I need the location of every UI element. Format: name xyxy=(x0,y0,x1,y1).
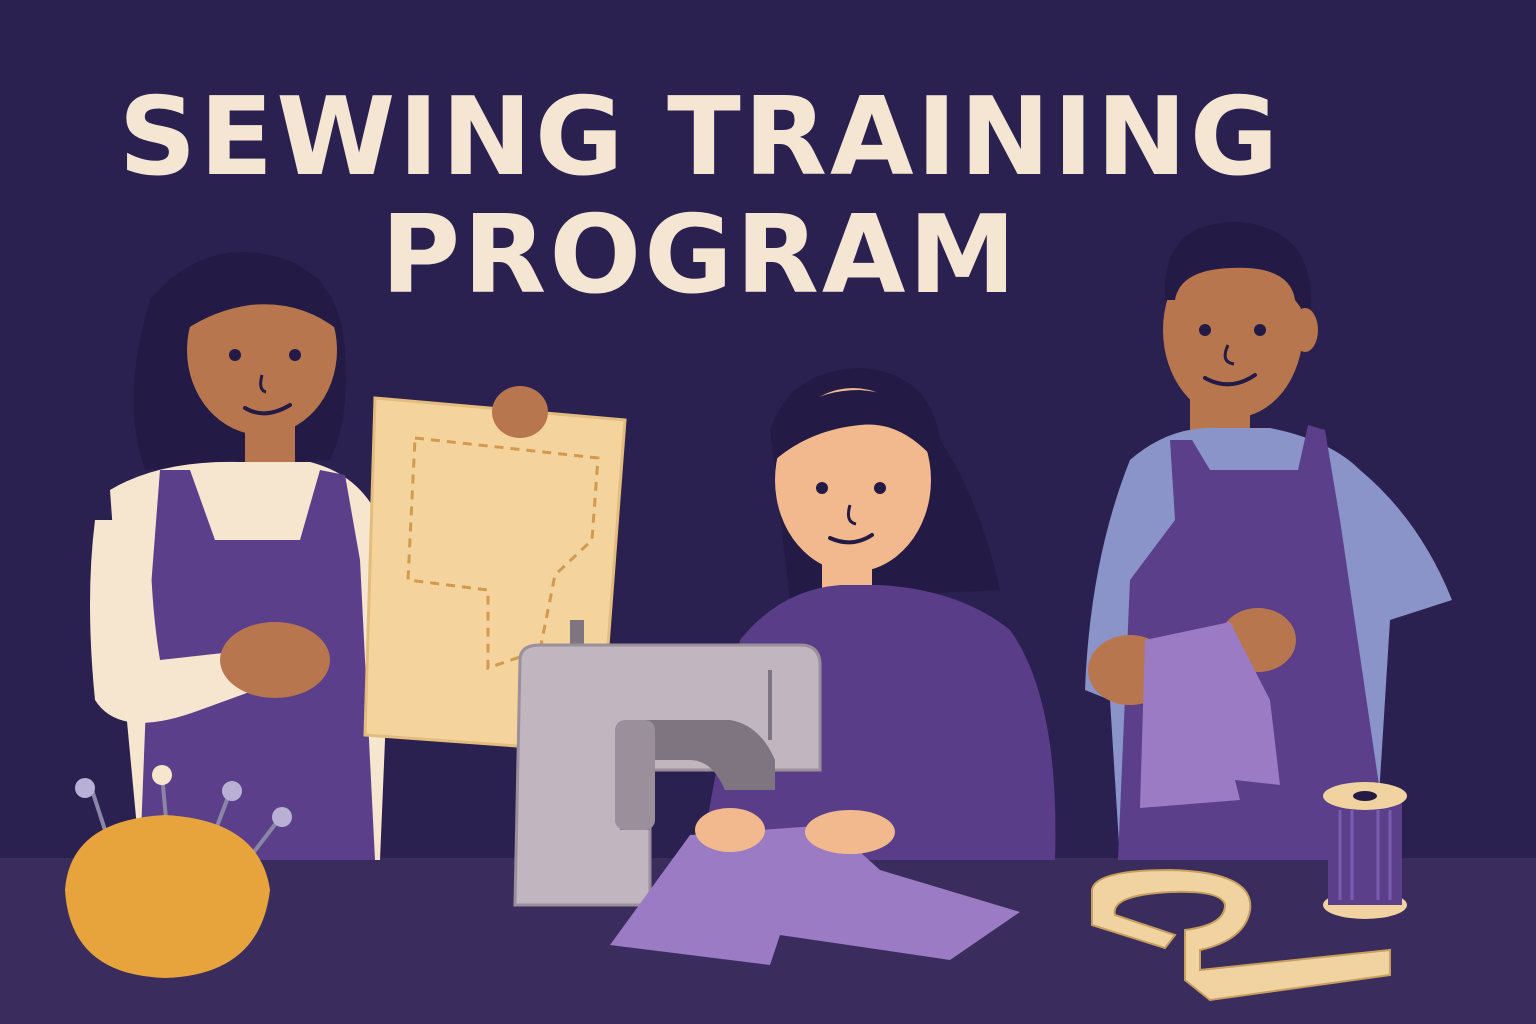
poster: SEWING TRAINING PROGRAM xyxy=(0,0,1536,1024)
thread-spool xyxy=(1323,782,1407,919)
hand-left xyxy=(695,808,765,852)
title-line-2: PROGRAM xyxy=(381,193,1019,318)
hand-right xyxy=(805,810,895,854)
title-line-1: SEWING TRAINING xyxy=(118,75,1282,200)
